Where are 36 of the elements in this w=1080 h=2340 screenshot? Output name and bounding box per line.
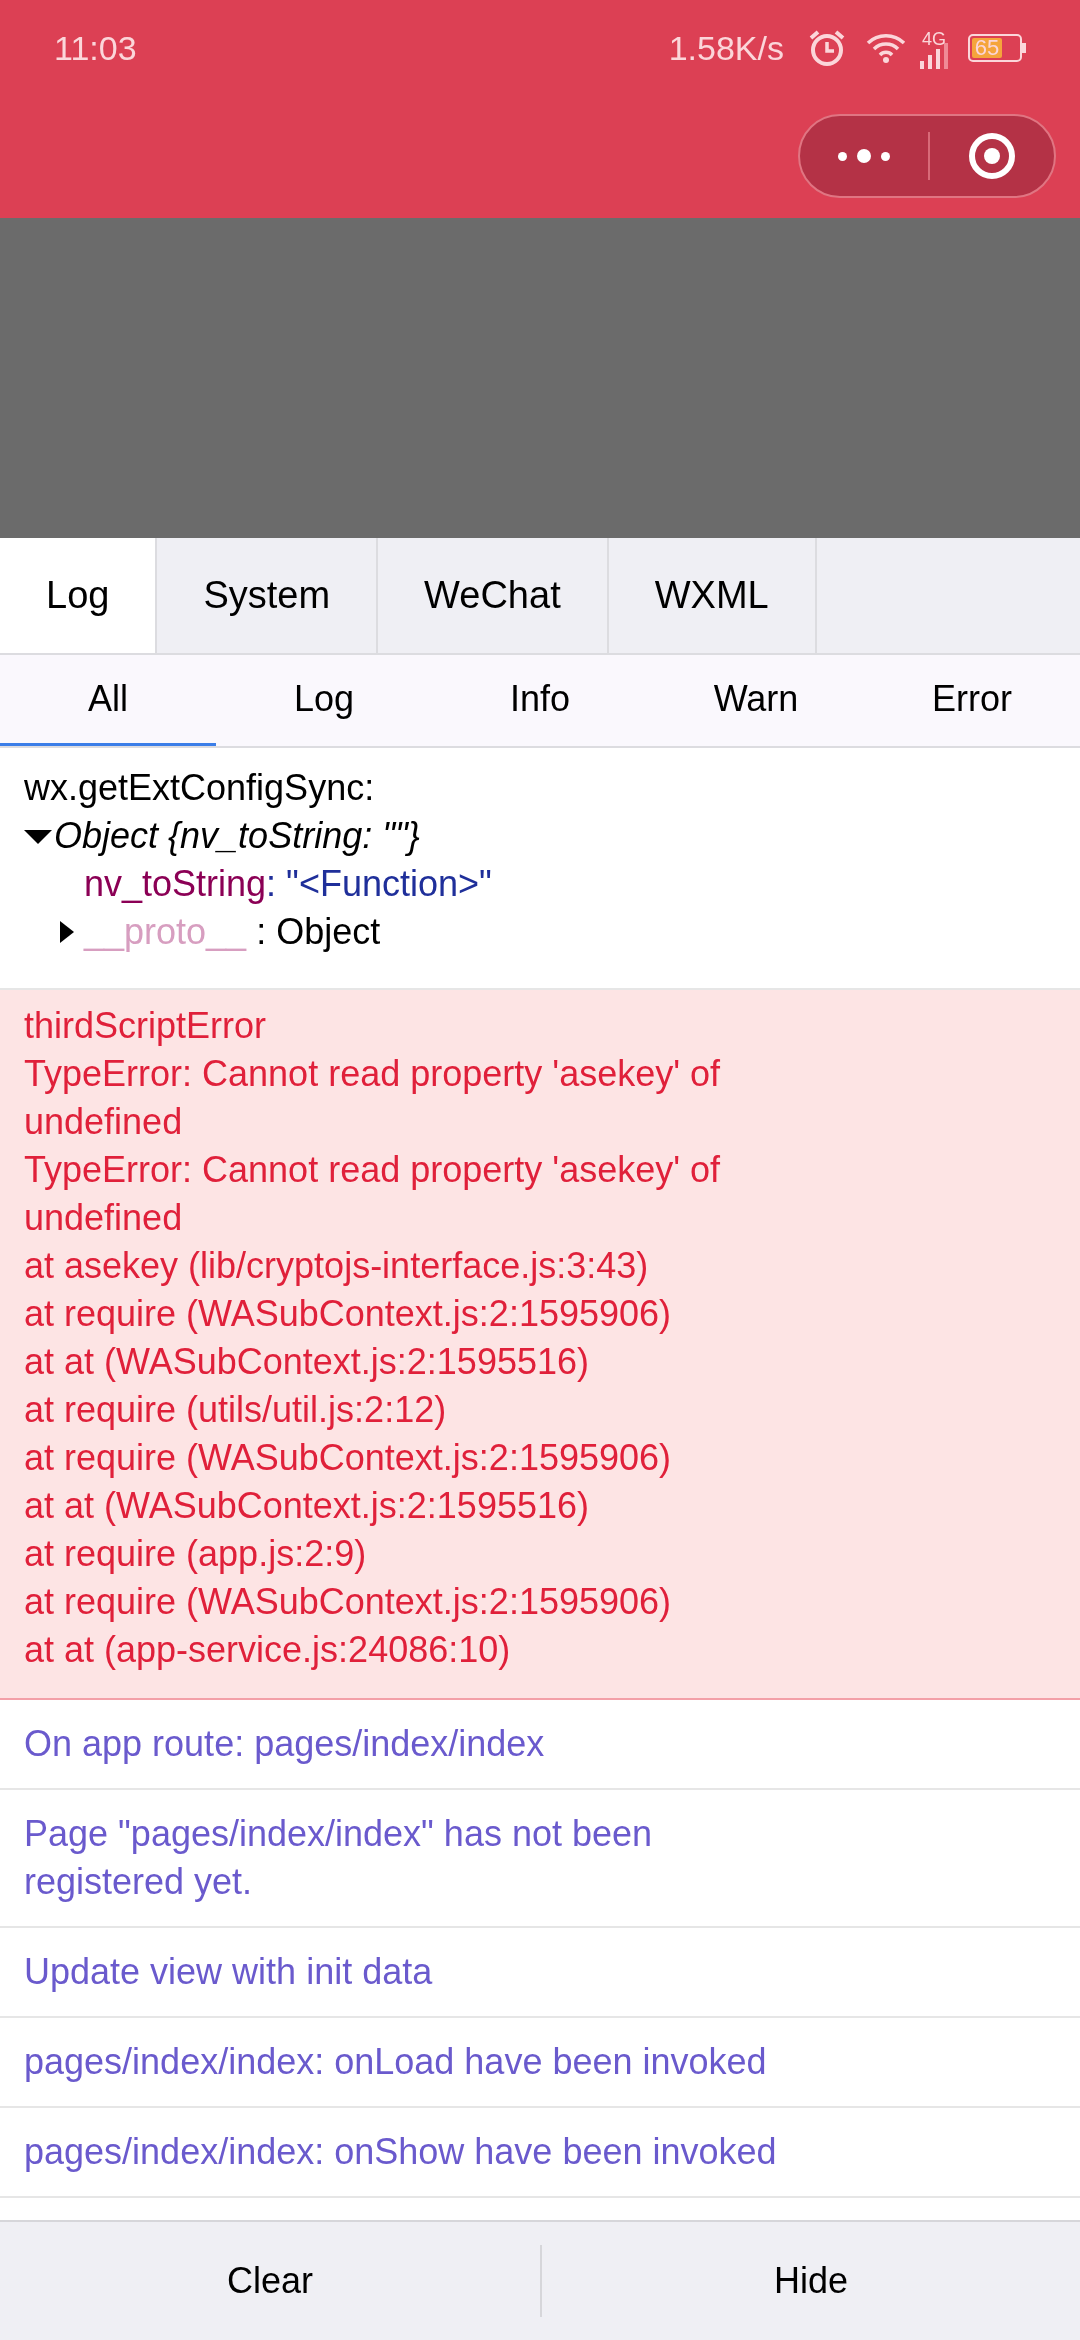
error-line: at require (utils/util.js:2:12) <box>24 1388 448 1432</box>
proto-key: __proto__ <box>84 908 247 956</box>
error-line: at at (WASubContext.js:2:1595516) <box>24 1340 590 1384</box>
error-line: at require (app.js:2:9) <box>24 1532 368 1576</box>
proto-value: : Object <box>256 910 381 954</box>
wifi-icon <box>866 32 906 64</box>
filter-tab[interactable]: Info <box>432 655 648 746</box>
error-line: at at (WASubContext.js:2:1595516) <box>24 1484 590 1528</box>
battery-level: 65 <box>974 37 1000 59</box>
log-label: wx.getExtConfigSync: <box>24 766 376 810</box>
log-message: Page "pages/index/index" has not been registered yet. <box>24 1812 654 1904</box>
error-line: at require (WASubContext.js:2:1595906) <box>24 1436 672 1480</box>
error-line: thirdScriptError <box>24 1004 268 1048</box>
filter-tab[interactable]: Error <box>864 655 1080 746</box>
network-type: 4G <box>922 28 946 51</box>
network-speed: 1.58K/s <box>668 27 784 69</box>
log-message: Update view with init data <box>24 1950 434 1994</box>
error-line: TypeError: Cannot read property 'asekey' of undefined <box>24 1052 722 1144</box>
log-message: pages/index/index: onShow have been invoked <box>24 2130 778 2174</box>
filter-tab[interactable]: Warn <box>648 655 864 746</box>
footer-button[interactable]: Hide <box>542 2222 1080 2340</box>
alarm-icon <box>808 29 846 67</box>
error-line: at at (app-service.js:24086:10) <box>24 1628 512 1672</box>
object-summary: Object {nv_toString: ""} <box>54 814 420 858</box>
filter-tab[interactable]: Log <box>216 655 432 746</box>
error-line: at require (WASubContext.js:2:1595906) <box>24 1292 672 1336</box>
log-message: On app route: pages/index/index <box>24 1722 546 1766</box>
clock-time: 11:03 <box>54 27 137 69</box>
panel-tab[interactable]: Log <box>0 538 158 653</box>
error-line: at asekey (lib/cryptojs-interface.js:3:43) <box>24 1244 650 1288</box>
property-key: nv_toString <box>84 863 267 904</box>
footer-button[interactable]: Clear <box>0 2222 540 2340</box>
caret-right-icon[interactable] <box>60 921 74 943</box>
log-message: pages/index/index: onLoad have been invoked <box>24 2040 768 2084</box>
property-value: : "<Function>" <box>266 863 492 904</box>
error-line: at require (WASubContext.js:2:1595906) <box>24 1580 672 1624</box>
